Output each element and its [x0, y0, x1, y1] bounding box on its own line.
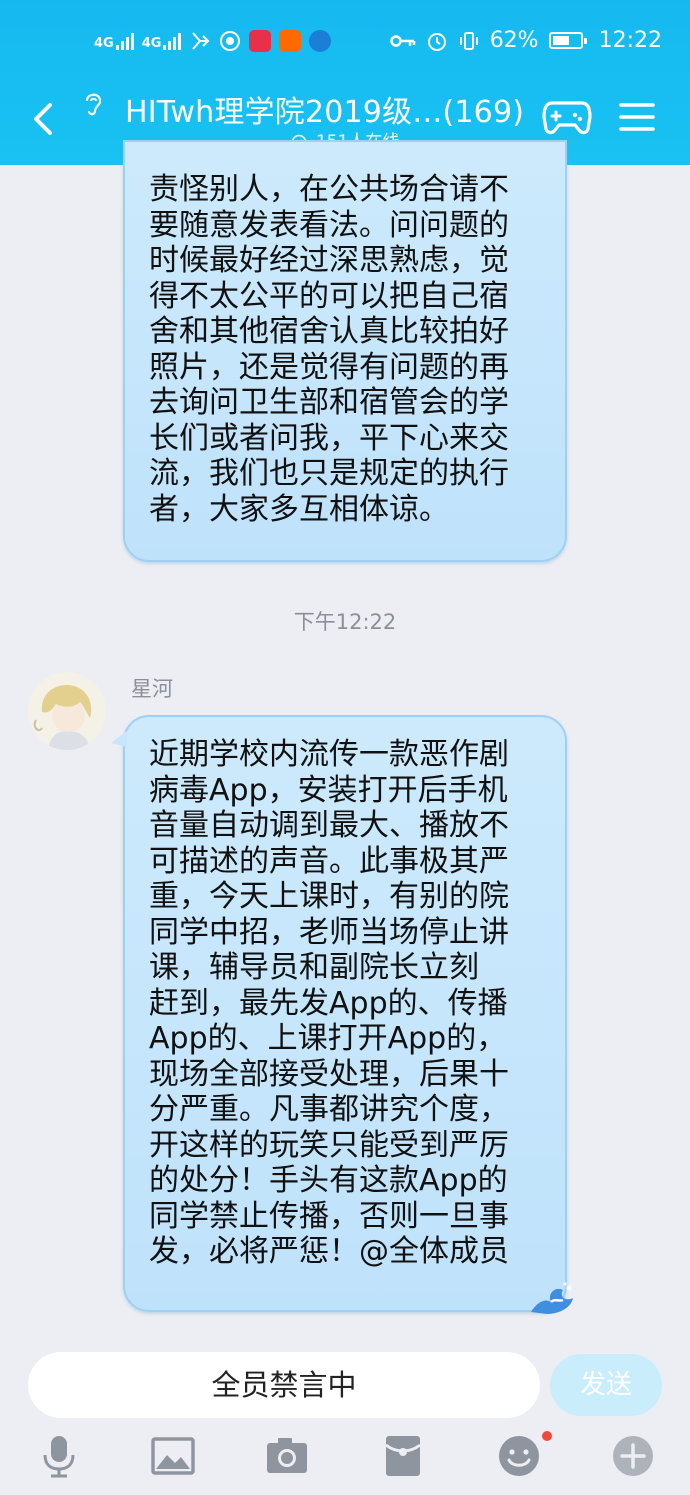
notification-dot: [542, 1431, 552, 1441]
group-title[interactable]: HITwh理学院2019级…(169): [125, 87, 524, 131]
message-timestamp: 下午12:22: [293, 610, 397, 634]
taobao-app-icon: [279, 30, 302, 52]
emoji-icon[interactable]: [496, 1433, 542, 1479]
game-controller-icon[interactable]: [542, 97, 592, 137]
signal-2: 4G: [142, 32, 182, 50]
battery-icon: [548, 32, 587, 49]
browser-app-icon: [309, 30, 332, 52]
app-notification-icon: [220, 31, 241, 51]
bubble-wave-decoration-icon: [531, 1282, 573, 1314]
message-text: 责怪别人，在公共场合请不 要随意发表看法。问问题的 时候最好经过深思熟虑，觉 得…: [149, 172, 509, 527]
menu-icon[interactable]: [618, 101, 656, 133]
avatar-image: [28, 672, 106, 750]
send-button[interactable]: 发送: [550, 1354, 662, 1416]
signal-1-label: 4G: [94, 36, 114, 51]
plus-icon[interactable]: [610, 1433, 656, 1479]
message-bubble[interactable]: 近期学校内流传一款恶作剧 病毒App，安装打开后手机 音量自动调到最大、播放不 …: [111, 715, 573, 1314]
reader-app-icon: [249, 30, 272, 52]
status-bar-left: 4G 4G: [94, 30, 332, 52]
signal-2-label: 4G: [141, 36, 162, 51]
status-bar: 4G 4G 62% 12:22: [0, 26, 690, 62]
image-icon[interactable]: [150, 1433, 196, 1479]
microphone-icon[interactable]: [36, 1433, 82, 1479]
signal-bars-icon: [163, 32, 182, 50]
avatar[interactable]: [28, 672, 106, 750]
message-text: 近期学校内流传一款恶作剧 病毒App，安装打开后手机 音量自动调到最大、播放不 …: [149, 737, 509, 1269]
status-bar-right: 62% 12:22: [389, 28, 662, 53]
muted-input-field: 全员禁言中: [28, 1352, 540, 1418]
message-bubble[interactable]: 责怪别人，在公共场合请不 要随意发表看法。问问题的 时候最好经过深思熟虑，觉 得…: [123, 140, 567, 562]
signal-1: 4G: [94, 32, 134, 50]
usb-debug-icon: [192, 32, 210, 50]
sender-name: 星河: [131, 677, 173, 701]
vibrate-icon: [459, 31, 478, 50]
camera-icon[interactable]: [264, 1433, 310, 1479]
alarm-icon: [427, 32, 446, 51]
key-icon: [389, 34, 415, 47]
red-packet-icon[interactable]: [380, 1433, 426, 1479]
battery-percent: 62%: [489, 28, 539, 53]
status-time: 12:22: [598, 28, 662, 53]
signal-bars-icon: [115, 32, 134, 50]
ear-mode-icon[interactable]: [80, 89, 106, 117]
